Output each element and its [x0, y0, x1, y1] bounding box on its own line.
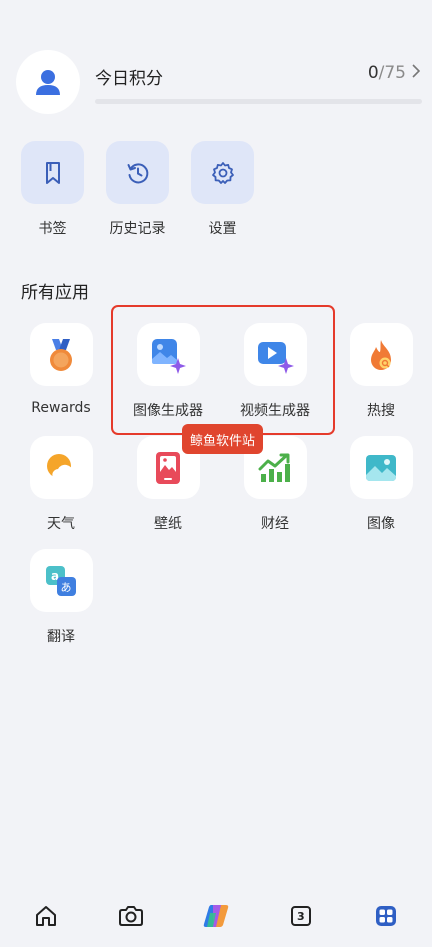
nav-camera[interactable] [101, 894, 161, 938]
score-total: /75 [378, 63, 406, 83]
apps-grid-icon [375, 906, 396, 926]
bookmark-icon [45, 161, 60, 184]
avatar[interactable] [16, 50, 80, 114]
bottom-nav: 3 [0, 885, 432, 947]
nav-home[interactable] [16, 894, 76, 938]
score-header[interactable]: 今日积分 0/75 [16, 50, 422, 114]
svg-text:あ: あ [61, 581, 72, 594]
history-button[interactable] [106, 141, 169, 204]
app-icon-tile[interactable] [29, 436, 93, 499]
app-label: Rewards [31, 400, 91, 416]
weather-icon [47, 453, 78, 482]
app-icon-tile[interactable] [349, 323, 413, 386]
history-icon [127, 162, 148, 183]
quick-action-bookmarks[interactable]: 书签 [21, 141, 84, 238]
quick-action-label: 设置 [208, 221, 237, 237]
tabs-icon: 3 [290, 906, 311, 926]
camera-icon [119, 906, 144, 926]
wallpaper-icon [156, 451, 180, 484]
finance-icon [258, 453, 290, 482]
user-icon [36, 70, 60, 95]
score-value[interactable]: 0/75 [368, 63, 406, 83]
image-icon [366, 454, 396, 481]
app-label: 翻译 [47, 629, 75, 645]
app-translate[interactable]: a あ 翻译 [13, 549, 109, 646]
bookmarks-button[interactable] [21, 141, 84, 204]
score-current: 0 [367, 63, 379, 83]
highlight-frame [111, 305, 335, 435]
quick-actions: 书签 历史记录 设置 [21, 141, 254, 238]
app-icon-tile[interactable] [349, 436, 413, 499]
watermark-label: 鲸鱼软件站 [182, 424, 264, 454]
app-icon-tile[interactable]: a あ [29, 549, 93, 612]
app-label: 财经 [261, 516, 289, 532]
all-apps-title: 所有应用 [21, 283, 89, 303]
quick-action-history[interactable]: 历史记录 [106, 141, 169, 238]
copilot-icon [203, 905, 229, 927]
score-title: 今日积分 [95, 69, 163, 89]
app-images[interactable]: 图像 [333, 436, 429, 533]
app-label: 壁纸 [154, 516, 182, 532]
app-label: 热搜 [367, 403, 395, 419]
translate-icon: a あ [46, 565, 76, 596]
medal-icon [50, 338, 72, 371]
app-label: 图像 [367, 516, 395, 532]
nav-tabs[interactable]: 3 [271, 894, 331, 938]
flame-icon [371, 339, 391, 370]
gear-icon [211, 161, 234, 184]
quick-action-label: 历史记录 [109, 221, 166, 237]
app-trending[interactable]: 热搜 [333, 323, 429, 420]
settings-button[interactable] [191, 141, 254, 204]
quick-action-label: 书签 [38, 221, 67, 237]
home-icon [36, 906, 57, 926]
score-progress-bar [95, 99, 422, 104]
chevron-right-icon[interactable] [412, 64, 420, 78]
nav-copilot[interactable] [186, 894, 246, 938]
app-rewards[interactable]: Rewards [13, 323, 109, 416]
app-weather[interactable]: 天气 [13, 436, 109, 533]
app-label: 天气 [47, 516, 75, 532]
nav-apps[interactable] [356, 894, 416, 938]
app-icon-tile[interactable] [29, 323, 93, 386]
quick-action-settings[interactable]: 设置 [191, 141, 254, 238]
